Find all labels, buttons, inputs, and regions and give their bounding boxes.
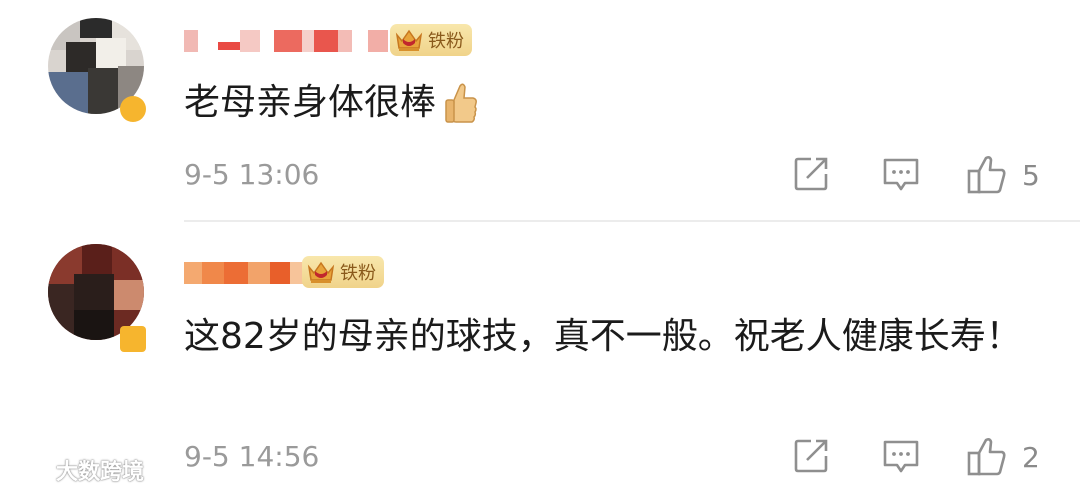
comment-item: 铁粉 老母亲身体很棒 9-5 13:06 5 bbox=[0, 0, 1080, 222]
share-icon bbox=[794, 157, 828, 191]
like-icon bbox=[967, 156, 1006, 194]
comment-text: 老母亲身体很棒 bbox=[184, 74, 1054, 132]
fan-badge-label: 铁粉 bbox=[428, 31, 464, 52]
fan-badge[interactable]: 铁粉 bbox=[302, 256, 384, 288]
watermark: 大数跨境 bbox=[10, 454, 144, 486]
comment-timestamp: 9-5 13:06 bbox=[184, 158, 320, 191]
comment-icon bbox=[883, 440, 919, 473]
avatar-verified-badge bbox=[120, 326, 146, 352]
share-button[interactable] bbox=[792, 437, 830, 475]
share-button[interactable] bbox=[792, 155, 830, 193]
comment-reply-button[interactable] bbox=[882, 439, 920, 475]
like-button[interactable]: 2 bbox=[966, 436, 1040, 478]
like-count: 2 bbox=[1022, 440, 1040, 474]
share-icon bbox=[794, 439, 828, 473]
comment-text: 这82岁的母亲的球技，真不一般。祝老人健康长寿！ bbox=[184, 316, 1022, 357]
crown-icon bbox=[395, 29, 423, 51]
like-button[interactable]: 5 bbox=[966, 154, 1040, 196]
crown-icon bbox=[307, 261, 335, 283]
fan-badge-label: 铁粉 bbox=[340, 263, 376, 284]
watermark-text: 大数跨境 bbox=[56, 460, 145, 485]
comment-item: 铁粉 这82岁的母亲的球技，真不一般。祝老人健康长寿！ 9-5 14:56 2 bbox=[0, 222, 1080, 490]
username[interactable] bbox=[184, 256, 308, 290]
fan-badge[interactable]: 铁粉 bbox=[390, 24, 472, 56]
comment-icon bbox=[883, 158, 919, 191]
comment-reply-button[interactable] bbox=[882, 157, 920, 193]
watermark-logo-icon bbox=[12, 460, 47, 478]
thumbs-up-emoji bbox=[445, 83, 477, 123]
username[interactable] bbox=[184, 24, 388, 58]
like-icon bbox=[967, 438, 1006, 476]
avatar-verified-badge bbox=[120, 96, 146, 122]
like-count: 5 bbox=[1022, 158, 1040, 192]
comment-timestamp: 9-5 14:56 bbox=[184, 440, 320, 473]
